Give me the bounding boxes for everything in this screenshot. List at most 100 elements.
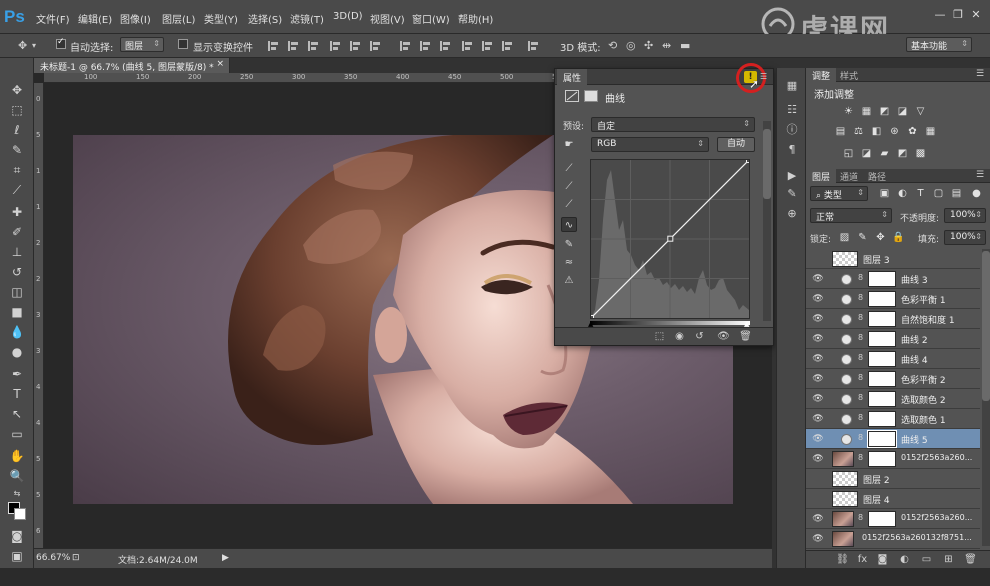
move-tool-icon[interactable]: ✥ [8,82,26,98]
channel-dropdown[interactable]: RGB [591,137,709,152]
eye-icon[interactable]: 👁 [812,514,824,524]
layer-mask-thumbnail[interactable] [867,430,897,448]
exposure-icon[interactable]: ◪ [896,106,909,118]
eye-icon[interactable]: 👁 [812,314,824,324]
quick-select-tool-icon[interactable]: ✎ [8,142,26,158]
eye-icon[interactable] [812,254,824,264]
eyedropper-tool-icon[interactable]: ⟋ [8,182,26,198]
vibrance-icon[interactable]: ▽ [914,106,927,118]
tab-styles[interactable]: 样式 [834,68,864,82]
preset-dropdown[interactable]: 自定 [591,117,755,132]
layer-thumbnail[interactable] [832,491,858,507]
crop-tool-icon[interactable]: ⌗ [8,162,26,178]
tab-layers[interactable]: 图层 [806,169,837,183]
menu-select[interactable]: 选择(S) [248,11,282,26]
visibility-icon[interactable]: 👁 [717,331,730,343]
eye-icon[interactable]: 👁 [812,394,824,404]
posterize-icon[interactable]: ◪ [860,148,873,160]
properties-scroll-thumb[interactable] [763,129,771,199]
history-brush-tool-icon[interactable]: ↺ [8,264,26,280]
edit-points-icon[interactable]: ∿ [561,217,577,232]
link-chain-icon[interactable]: 8 [858,293,864,305]
menu-filter[interactable]: 滤镜(T) [290,11,324,26]
layers-scrollbar[interactable] [982,249,990,546]
curve-control-point[interactable] [667,235,674,242]
properties-panel-icon[interactable]: ☷ [784,102,800,118]
opacity-field[interactable]: 100% [944,208,986,223]
lock-position-icon[interactable]: ✥ [874,232,887,244]
eye-icon[interactable]: 👁 [812,374,824,384]
layer-row[interactable]: 👁 0152f2563a260132f8751... [806,529,980,549]
gradient-map-icon[interactable]: ▩ [914,148,927,160]
tab-paths[interactable]: 路径 [862,169,892,183]
panel-menu-icon[interactable]: ☰ [970,169,990,183]
add-mask-icon[interactable]: ◙ [876,554,889,566]
gray-point-eyedropper-icon[interactable]: ⟋ [561,179,577,194]
align-right-icon[interactable] [308,41,319,51]
layer-mask-thumbnail[interactable] [868,371,896,387]
menu-window[interactable]: 窗口(W) [412,11,450,26]
delete-adjustment-icon[interactable]: 🗑 [739,331,752,343]
3d-roll-icon[interactable]: ◎ [626,40,636,52]
auto-select-target-dropdown[interactable]: 图层 [120,37,164,52]
marquee-tool-icon[interactable]: ⬚ [8,102,26,118]
curve-control-point[interactable] [746,157,752,163]
align-bottom-icon[interactable] [370,41,381,51]
eraser-tool-icon[interactable]: ◫ [8,284,26,300]
lock-all-icon[interactable]: 🔒 [892,232,905,244]
hue-saturation-icon[interactable]: ▤ [834,126,847,138]
auto-select-checkbox[interactable] [56,37,66,49]
distribute-top-icon[interactable] [400,41,411,51]
auto-align-icon[interactable] [528,41,539,51]
minimize-button[interactable]: — [934,9,946,21]
menu-image[interactable]: 图像(I) [120,11,151,26]
layer-row[interactable]: 👁 8 色彩平衡 2 [806,369,980,389]
layer-filter-dropdown[interactable]: ⌕ 类型 [810,186,868,201]
link-chain-icon[interactable]: 8 [858,313,864,325]
panel-menu-icon[interactable]: ☰ [760,72,767,81]
distribute-vcenter-icon[interactable] [420,41,431,51]
view-previous-icon[interactable]: ◉ [673,331,686,343]
layer-row[interactable]: 图层 2 [806,469,980,489]
white-point-eyedropper-icon[interactable]: ⟋ [561,197,577,212]
link-chain-icon[interactable]: 8 [858,393,864,405]
align-left-icon[interactable] [268,41,279,51]
layer-row[interactable]: 👁 8 曲线 4 [806,349,980,369]
link-chain-icon[interactable]: 8 [858,373,864,385]
brightness-contrast-icon[interactable]: ☀ [842,106,855,118]
background-color-swatch[interactable] [14,508,26,520]
layer-mask-thumbnail[interactable] [868,391,896,407]
blur-tool-icon[interactable]: 💧 [8,324,26,340]
layer-row[interactable]: 👁 8 0152f2563a260... [806,449,980,469]
menu-view[interactable]: 视图(V) [370,11,405,26]
menu-layer[interactable]: 图层(L) [162,11,195,26]
auto-button[interactable]: 自动 [717,137,755,152]
link-chain-icon[interactable]: 8 [858,453,864,465]
filter-smart-icon[interactable]: ▤ [950,188,963,200]
smooth-curve-icon[interactable]: ≈ [561,255,577,270]
shape-tool-icon[interactable]: ▭ [8,426,26,442]
workspace-dropdown[interactable]: 基本功能 [906,37,972,52]
show-transform-checkbox[interactable] [178,39,188,49]
layer-mask-thumbnail[interactable] [868,331,896,347]
color-lookup-icon[interactable]: ▦ [924,126,937,138]
delete-layer-icon[interactable]: 🗑 [964,554,977,566]
layer-mask-thumbnail[interactable] [868,311,896,327]
close-window-button[interactable]: ✕ [970,9,982,21]
draw-curve-icon[interactable]: ✎ [561,237,577,252]
tab-adjustments[interactable]: 调整 [806,68,837,82]
healing-brush-tool-icon[interactable]: ✚ [8,204,26,220]
layer-thumbnail[interactable] [832,511,854,527]
gradient-tool-icon[interactable]: ■ [8,304,26,320]
document-close-icon[interactable]: × [216,59,224,69]
swap-colors-icon[interactable]: ⇆ [8,486,26,502]
layer-mask-thumbnail[interactable] [868,271,896,287]
3d-scale-icon[interactable]: ▬ [680,40,690,52]
hand-tool-icon[interactable]: ✋ [8,448,26,464]
link-layers-icon[interactable]: ⛓ [836,554,849,566]
mask-icon[interactable] [584,90,598,102]
document-tab[interactable]: 未标题-1 @ 66.7% (曲线 5, 图层蒙版/8) * × [34,58,230,73]
filter-adjustment-icon[interactable]: ◐ [896,188,909,200]
quick-mask-icon[interactable]: ◙ [8,528,26,544]
path-select-tool-icon[interactable]: ↖ [8,406,26,422]
